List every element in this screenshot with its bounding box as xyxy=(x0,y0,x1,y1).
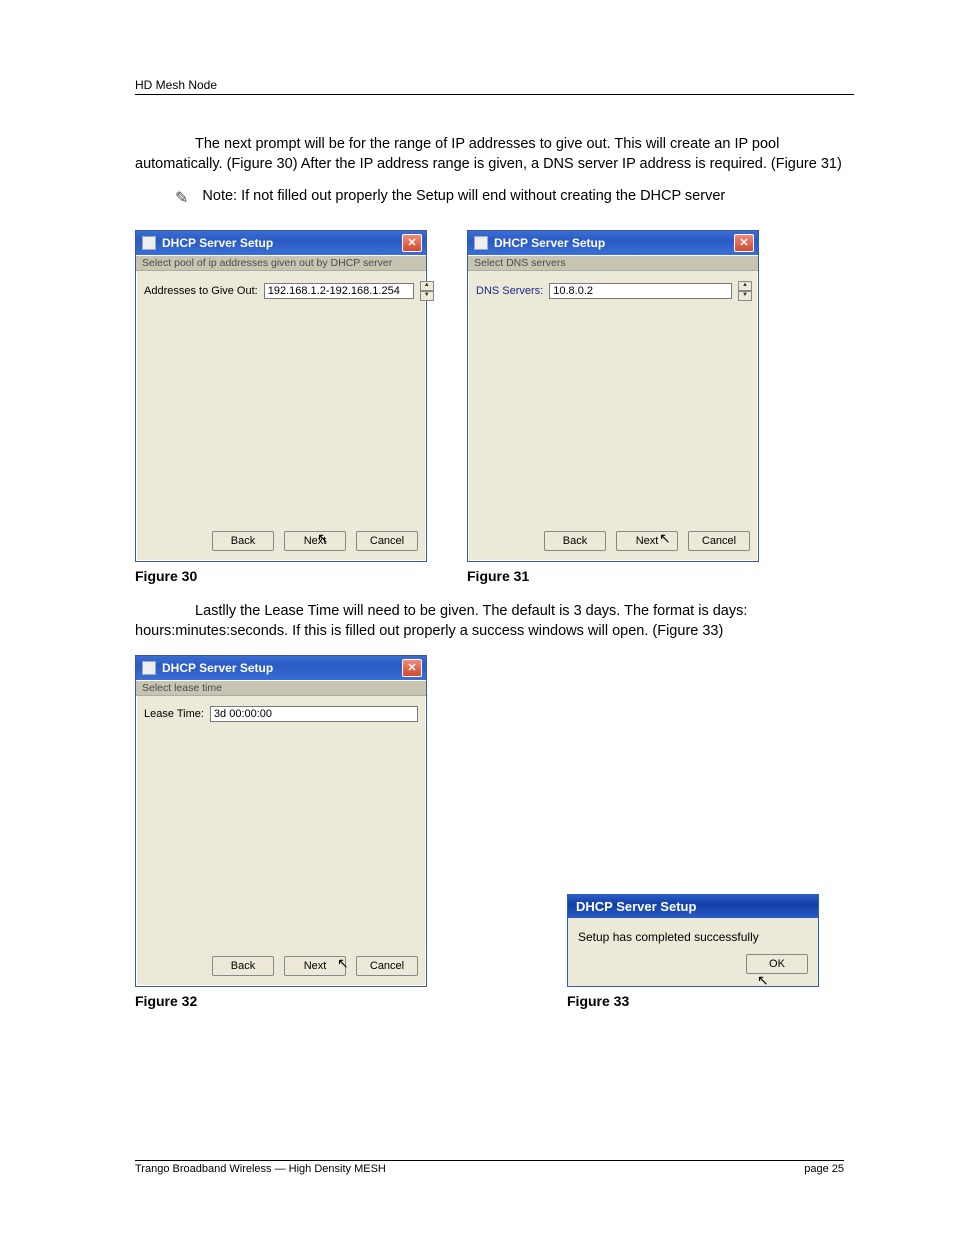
page-footer: Trango Broadband Wireless — High Density… xyxy=(135,1160,844,1175)
cancel-button[interactable]: Cancel xyxy=(356,531,418,551)
spin-down-icon[interactable]: ▼ xyxy=(420,291,434,301)
dialog-subtitle: Select pool of ip addresses given out by… xyxy=(136,255,426,271)
dialog-titlebar: DHCP Server Setup ✕ xyxy=(136,656,426,680)
back-button[interactable]: Back xyxy=(212,956,274,976)
next-button[interactable]: Next xyxy=(616,531,678,551)
paragraph-2: Lastlly the Lease Time will need to be g… xyxy=(135,602,854,641)
cancel-button[interactable]: Cancel xyxy=(688,531,750,551)
cancel-button[interactable]: Cancel xyxy=(356,956,418,976)
back-button[interactable]: Back xyxy=(544,531,606,551)
app-icon xyxy=(142,661,156,675)
dialog-title-text: DHCP Server Setup xyxy=(162,236,273,250)
dialog-figure-32: DHCP Server Setup ✕ Select lease time Le… xyxy=(135,655,427,987)
dialog-subtitle: Select lease time xyxy=(136,680,426,696)
ok-button[interactable]: OK xyxy=(746,954,808,974)
footer-right: page 25 xyxy=(804,1163,844,1175)
figure-31-caption: Figure 31 xyxy=(467,568,759,584)
dialog-title-text: DHCP Server Setup xyxy=(162,661,273,675)
footer-left: Trango Broadband Wireless — High Density… xyxy=(135,1163,386,1175)
lease-label: Lease Time: xyxy=(144,708,204,720)
dialog-title-text: DHCP Server Setup xyxy=(494,236,605,250)
dns-label: DNS Servers: xyxy=(476,285,543,297)
messagebox-text: Setup has completed successfully xyxy=(568,918,818,950)
spin-up-icon[interactable]: ▲ xyxy=(738,281,752,291)
dialog-titlebar: DHCP Server Setup ✕ xyxy=(468,231,758,255)
spin-down-icon[interactable]: ▼ xyxy=(738,291,752,301)
figure-30-caption: Figure 30 xyxy=(135,568,427,584)
figure-32-caption: Figure 32 xyxy=(135,993,427,1009)
dialog-figure-31: DHCP Server Setup ✕ Select DNS servers D… xyxy=(467,230,759,562)
paragraph-1: The next prompt will be for the range of… xyxy=(135,135,854,174)
note-row: ✎ Note: If not filled out properly the S… xyxy=(175,188,854,208)
dialog-subtitle: Select DNS servers xyxy=(468,255,758,271)
spinner[interactable]: ▲ ▼ xyxy=(738,281,750,301)
addresses-input[interactable] xyxy=(264,283,414,299)
close-icon[interactable]: ✕ xyxy=(734,234,754,252)
messagebox-figure-33: DHCP Server Setup Setup has completed su… xyxy=(567,894,819,987)
figure-33-caption: Figure 33 xyxy=(567,993,854,1009)
note-text: Note: If not filled out properly the Set… xyxy=(202,188,725,204)
dialog-figure-30: DHCP Server Setup ✕ Select pool of ip ad… xyxy=(135,230,427,562)
lease-input[interactable] xyxy=(210,706,418,722)
close-icon[interactable]: ✕ xyxy=(402,659,422,677)
dialog-titlebar: DHCP Server Setup ✕ xyxy=(136,231,426,255)
app-icon xyxy=(474,236,488,250)
spin-up-icon[interactable]: ▲ xyxy=(420,281,434,291)
addresses-label: Addresses to Give Out: xyxy=(144,285,258,297)
next-button[interactable]: Next xyxy=(284,956,346,976)
page-header: HD Mesh Node xyxy=(135,78,854,95)
dns-input[interactable] xyxy=(549,283,732,299)
messagebox-title: DHCP Server Setup xyxy=(568,895,818,918)
spinner[interactable]: ▲ ▼ xyxy=(420,281,432,301)
pencil-icon: ✎ xyxy=(175,188,188,208)
close-icon[interactable]: ✕ xyxy=(402,234,422,252)
back-button[interactable]: Back xyxy=(212,531,274,551)
next-button[interactable]: Next xyxy=(284,531,346,551)
app-icon xyxy=(142,236,156,250)
